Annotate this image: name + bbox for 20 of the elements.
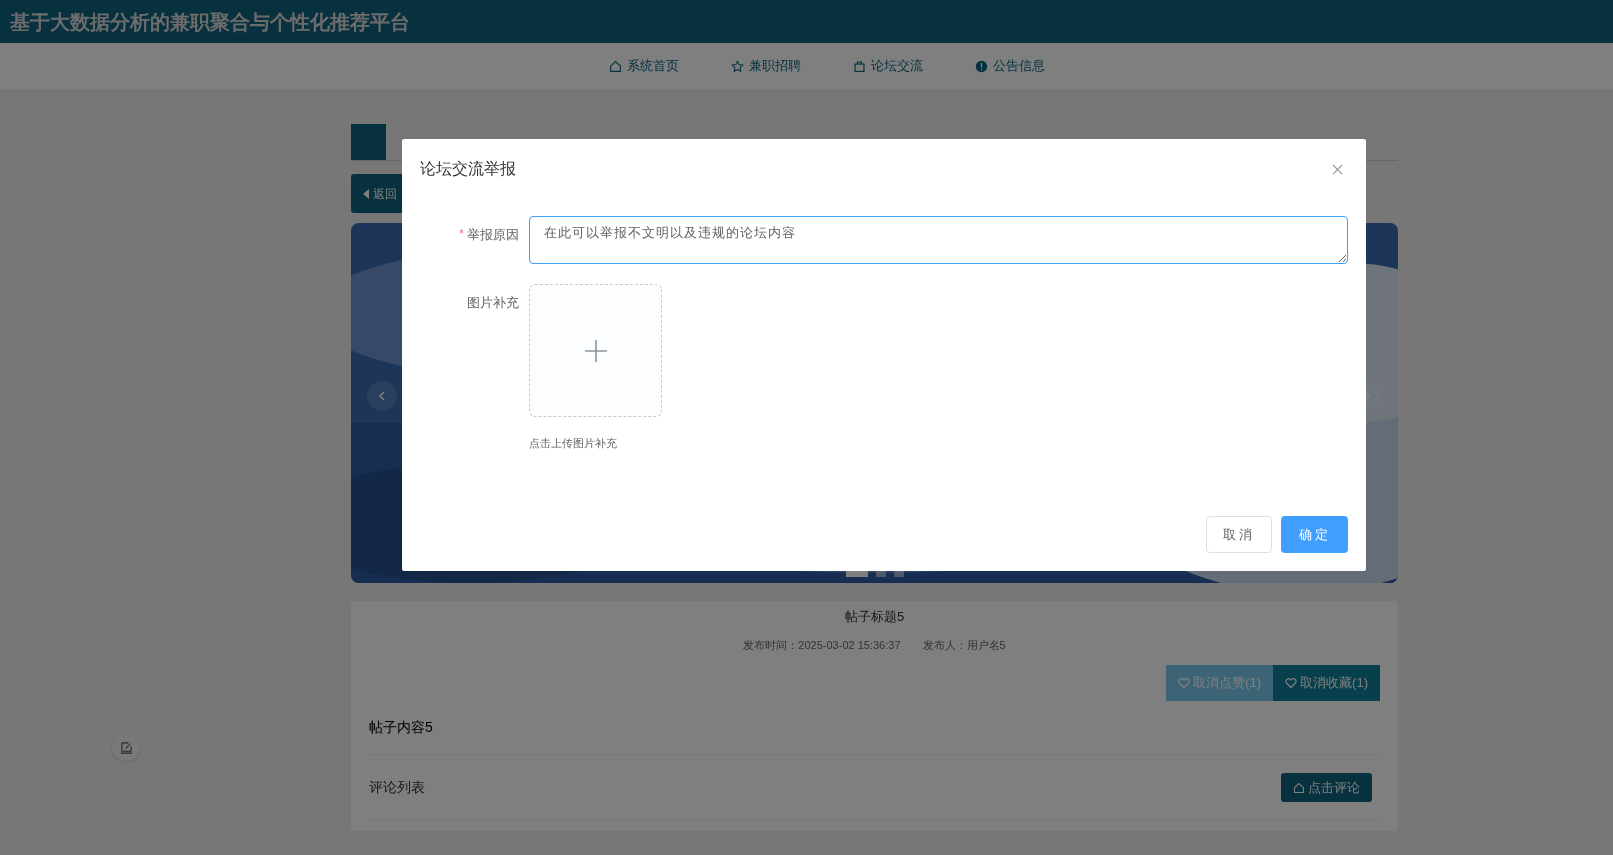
field-label: 举报原因 — [467, 226, 519, 244]
post-meta: 发布时间：2025-03-02 15:36:37 — [743, 637, 901, 653]
dialog-title: 论坛交流举报 — [420, 159, 516, 179]
required-mark: * — [459, 226, 464, 243]
nav-link[interactable]: 论坛交流 — [852, 56, 923, 76]
field-label: 图片补充 — [467, 294, 519, 312]
reason-field[interactable]: 在此可以举报不文明以及违规的论坛内容 — [529, 216, 1348, 264]
nav-link[interactable]: 系统首页 — [608, 56, 679, 76]
upload-hint: 点击上传图片补充 — [529, 436, 618, 451]
comment-button[interactable]: 点击评论 — [1281, 773, 1372, 802]
post-title: 帖子标题5 — [844, 608, 905, 626]
post-meta: 发布人：用户名5 — [922, 637, 1006, 653]
post-content: 帖子内容5 — [369, 718, 433, 737]
nav-link[interactable]: 兼职招聘 — [730, 56, 801, 76]
post-action-button[interactable]: 取消收藏(1) — [1273, 665, 1380, 701]
confirm-button[interactable]: 确定 — [1281, 516, 1348, 553]
comments-heading: 评论列表 — [369, 778, 425, 797]
nav-link[interactable]: 公告信息 — [974, 56, 1045, 76]
cancel-button[interactable]: 取消 — [1206, 516, 1272, 553]
site-title: 基于大数据分析的兼职聚合与个性化推荐平台 — [10, 9, 410, 35]
